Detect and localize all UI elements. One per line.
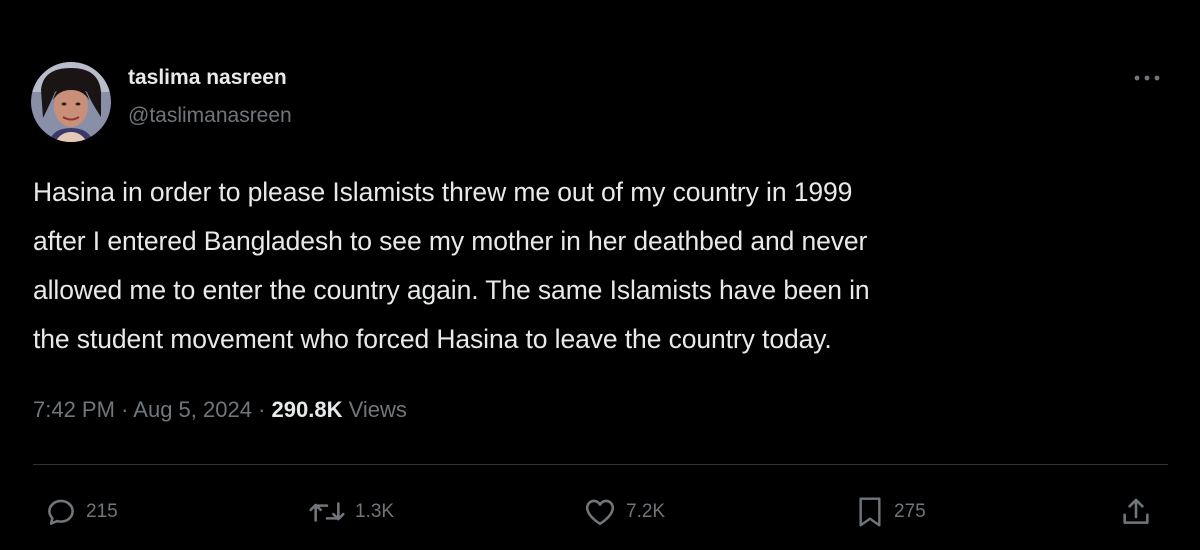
author-handle[interactable]: @taslimanasreen <box>128 102 292 130</box>
avatar-image <box>31 62 111 142</box>
retweet-button[interactable]: 1.3K <box>307 495 394 529</box>
bookmark-button[interactable]: 275 <box>854 495 926 529</box>
views-count: 290.8K <box>271 397 343 422</box>
more-icon <box>1134 75 1160 81</box>
bookmark-icon <box>859 497 881 527</box>
tweet-text-line: the student movement who forced Hasina t… <box>33 324 832 354</box>
tweet-text-line: allowed me to enter the country again. T… <box>33 275 870 305</box>
tweet-text: Hasina in order to please Islamists thre… <box>33 168 1173 364</box>
tweet-card: taslima nasreen @taslimanasreen Hasina i… <box>0 0 1200 550</box>
tweet-time[interactable]: 7:42 PM <box>33 397 115 422</box>
divider <box>33 464 1168 465</box>
retweet-icon <box>309 502 345 522</box>
tweet-text-line: Hasina in order to please Islamists thre… <box>33 177 853 207</box>
share-button[interactable] <box>1119 495 1153 529</box>
share-icon <box>1123 498 1149 524</box>
author-avatar[interactable] <box>31 62 111 142</box>
author-display-name[interactable]: taslima nasreen <box>128 64 292 92</box>
meta-separator: · <box>258 397 266 422</box>
views-label: Views <box>348 397 407 422</box>
tweet-text-line: after I entered Bangladesh to see my mot… <box>33 226 868 256</box>
meta-separator: · <box>121 397 129 422</box>
reply-count: 215 <box>86 501 118 522</box>
like-button[interactable]: 7.2K <box>582 495 665 529</box>
tweet-date[interactable]: Aug 5, 2024 <box>133 397 252 422</box>
heart-icon <box>585 499 615 526</box>
author-info: taslima nasreen @taslimanasreen <box>128 64 292 130</box>
reply-icon <box>48 499 74 525</box>
bookmark-count: 275 <box>894 501 926 522</box>
like-count: 7.2K <box>626 501 666 522</box>
more-options-button[interactable] <box>1127 66 1167 90</box>
retweet-count: 1.3K <box>355 501 395 522</box>
reply-button[interactable]: 215 <box>44 495 118 529</box>
tweet-meta: 7:42 PM · Aug 5, 2024 · 290.8K Views <box>33 394 407 426</box>
